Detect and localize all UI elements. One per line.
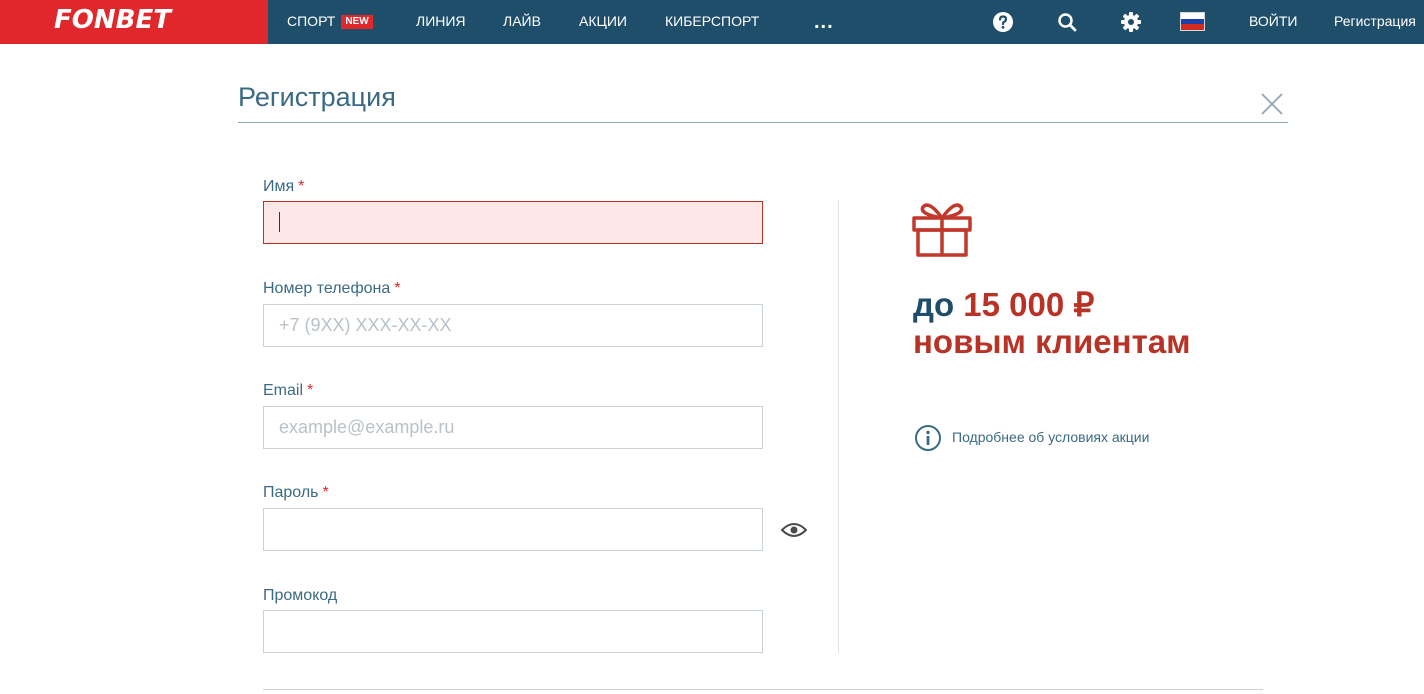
promo-code-label: Промокод (263, 587, 337, 605)
text-cursor (279, 212, 280, 232)
title-divider (238, 122, 1288, 123)
search-icon[interactable] (1056, 11, 1078, 33)
phone-label-text: Номер телефона (263, 280, 391, 297)
email-input[interactable] (263, 406, 763, 449)
eye-icon[interactable] (781, 521, 807, 539)
flag-russia-icon[interactable] (1180, 12, 1205, 31)
required-mark: * (394, 280, 401, 297)
help-icon[interactable] (992, 11, 1014, 33)
name-input[interactable] (263, 201, 763, 244)
fonbet-logo[interactable]: FONBET (54, 5, 171, 35)
login-button[interactable]: ВОЙТИ (1249, 0, 1297, 44)
password-label: Пароль * (263, 484, 329, 502)
promo-terms-link[interactable]: Подробнее об условиях акции (952, 429, 1149, 445)
logo-area[interactable]: FONBET (0, 0, 268, 44)
password-input[interactable] (263, 508, 763, 551)
nav-item-promotions[interactable]: АКЦИИ (579, 0, 627, 44)
promo-amount: 15 000 ₽ (963, 286, 1095, 323)
close-icon[interactable] (1260, 92, 1284, 116)
email-label-text: Email (263, 382, 304, 399)
nav-item-label: СПОРТ (287, 13, 336, 29)
bottom-divider (263, 689, 1263, 690)
gift-icon (912, 203, 972, 257)
promo-amount-line: до 15 000 ₽ (913, 285, 1094, 324)
email-label: Email * (263, 382, 313, 400)
register-button[interactable]: Регистрация (1334, 0, 1416, 44)
top-navigation-bar: FONBET СПОРТ NEW ЛИНИЯ ЛАЙВ АКЦИИ КИБЕРСП… (0, 0, 1424, 44)
new-badge: NEW (341, 15, 373, 29)
required-mark: * (298, 178, 305, 195)
promo-code-input[interactable] (263, 610, 763, 653)
nav-item-live[interactable]: ЛАЙВ (503, 0, 541, 44)
info-icon[interactable] (914, 424, 942, 452)
page-title: Регистрация (238, 82, 396, 112)
nav-item-sport[interactable]: СПОРТ NEW (287, 0, 373, 44)
promo-code-label-text: Промокод (263, 587, 338, 604)
required-mark: * (307, 382, 314, 399)
name-label-text: Имя (263, 178, 295, 195)
promo-prefix: до (913, 286, 955, 323)
more-menu-button[interactable]: ... (814, 0, 834, 44)
required-mark: * (322, 484, 329, 501)
phone-input[interactable] (263, 304, 763, 347)
nav-item-line[interactable]: ЛИНИЯ (416, 0, 466, 44)
column-divider (838, 200, 839, 653)
password-label-text: Пароль (263, 484, 319, 501)
name-label: Имя * (263, 178, 304, 196)
settings-icon[interactable] (1120, 11, 1142, 33)
phone-label: Номер телефона * (263, 280, 400, 298)
promo-suffix: новым клиентам (913, 323, 1191, 360)
nav-item-esports[interactable]: КИБЕРСПОРТ (665, 0, 759, 44)
